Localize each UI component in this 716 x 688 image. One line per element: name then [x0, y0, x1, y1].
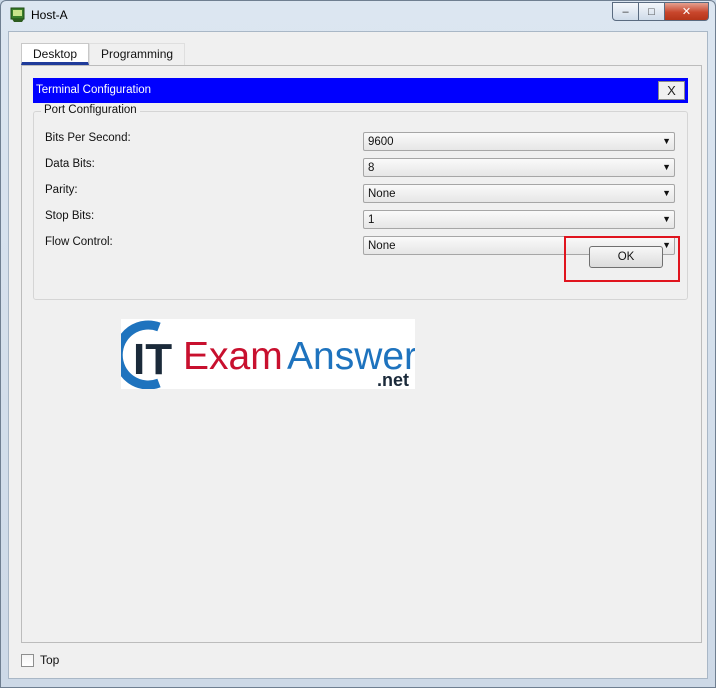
caption-buttons: – □ ✕ [612, 2, 709, 21]
close-window-button[interactable]: ✕ [665, 2, 709, 21]
application-window: Host-A – □ ✕ Desktop Programming Termina… [0, 0, 716, 688]
stop-bits-label: Stop Bits: [45, 210, 95, 222]
top-checkbox-label: Top [40, 653, 60, 667]
data-bits-label: Data Bits: [45, 158, 95, 170]
stop-bits-value: 1 [368, 214, 375, 226]
dialog-title: Terminal Configuration [36, 84, 152, 96]
close-icon: ✕ [681, 6, 692, 18]
tab-desktop[interactable]: Desktop [21, 43, 90, 65]
top-checkbox[interactable] [21, 653, 34, 667]
terminal-config-header: Terminal Configuration X [33, 78, 688, 103]
stop-bits-select[interactable]: 1 ▼ [363, 210, 675, 229]
parity-value: None [368, 188, 396, 200]
client-area: Desktop Programming Terminal Configurati… [8, 31, 708, 679]
app-icon [10, 7, 25, 22]
chevron-down-icon: ▼ [662, 188, 671, 198]
parity-label: Parity: [45, 184, 78, 196]
minimize-button[interactable]: – [612, 2, 639, 21]
dialog-close-button[interactable]: X [658, 81, 685, 100]
bits-per-second-label: Bits Per Second: [45, 132, 131, 144]
chevron-down-icon: ▼ [662, 162, 671, 172]
maximize-button[interactable]: □ [639, 2, 665, 21]
parity-select[interactable]: None ▼ [363, 184, 675, 203]
minimize-icon: – [622, 5, 629, 18]
logo-exam-text: Exam [183, 335, 283, 378]
flow-control-label: Flow Control: [45, 236, 113, 248]
flow-control-value: None [368, 240, 396, 252]
chevron-down-icon: ▼ [662, 136, 671, 146]
title-bar[interactable]: Host-A – □ ✕ [1, 1, 715, 31]
tab-bar: Desktop Programming [21, 43, 186, 65]
data-bits-value: 8 [368, 162, 375, 174]
window-title: Host-A [31, 8, 68, 22]
bits-per-second-value: 9600 [368, 136, 394, 148]
maximize-icon: □ [648, 5, 655, 18]
top-option: Top [21, 653, 59, 667]
bits-per-second-select[interactable]: 9600 ▼ [363, 132, 675, 151]
tab-programming[interactable]: Programming [89, 43, 186, 65]
group-title: Port Configuration [41, 104, 140, 116]
ok-button[interactable]: OK [589, 246, 663, 268]
logo-domain-text: .net [377, 370, 409, 389]
itexamanswers-logo: IT Exam Answers .net [121, 319, 415, 389]
chevron-down-icon: ▼ [662, 214, 671, 224]
logo-it-text: IT [133, 335, 172, 384]
desktop-tab-panel: Terminal Configuration X Port Configurat… [21, 65, 702, 643]
data-bits-select[interactable]: 8 ▼ [363, 158, 675, 177]
